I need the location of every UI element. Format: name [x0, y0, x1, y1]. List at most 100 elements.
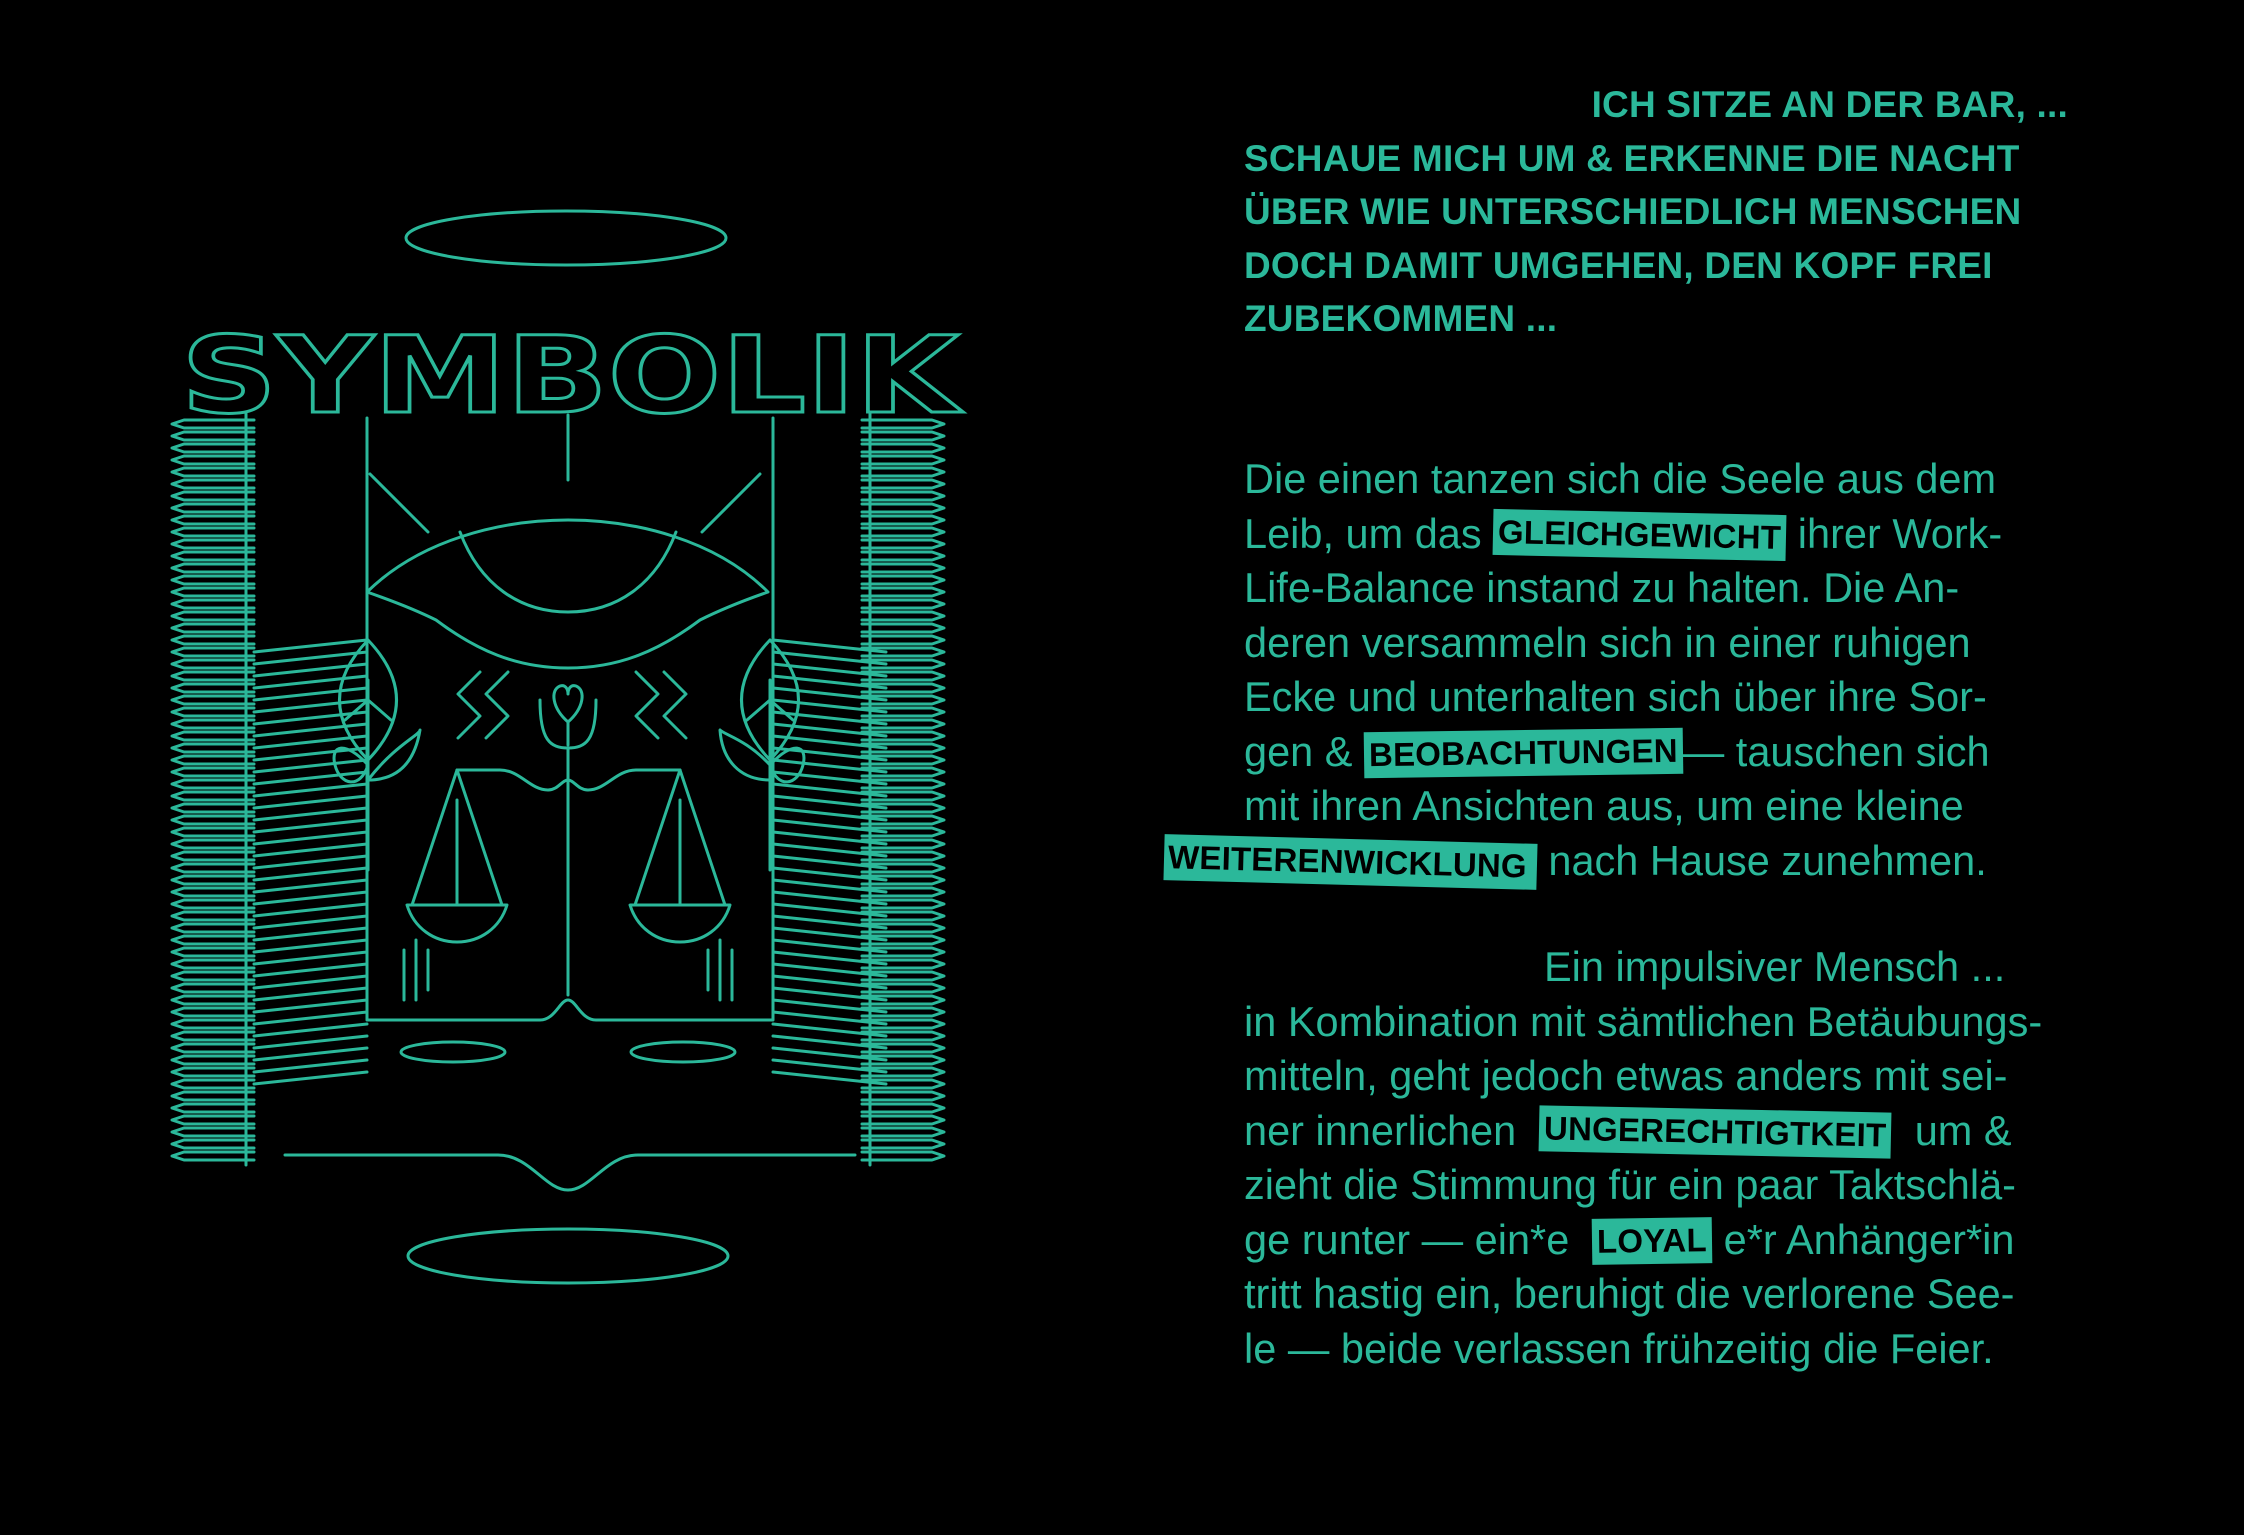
paragraph-1: Die einen tanzen sich die Seele aus dem …: [1163, 452, 2094, 890]
right-chevron-column-icon: [860, 410, 946, 1167]
chevron-icon: [170, 862, 256, 874]
chevron-icon: [860, 1150, 946, 1162]
p1-text: gen &: [1244, 727, 1364, 775]
chevron-icon: [170, 946, 256, 958]
chevron-icon: [170, 1030, 256, 1042]
p1-text: Leib, um das: [1244, 509, 1494, 557]
chevron-icon: [170, 454, 256, 466]
chevron-icon: [170, 982, 256, 994]
chevron-icon: [860, 1114, 946, 1126]
p1-text: ihrer Work-: [1786, 509, 2003, 557]
chevron-icon: [170, 934, 256, 946]
chevron-icon: [170, 754, 256, 766]
highlight-loyal: LOYAL: [1592, 1216, 1713, 1265]
chevron-icon: [170, 502, 256, 514]
p1-line: Leib, um das GLEICHGEWICHT ihrer Work-: [1244, 507, 2094, 562]
chevron-icon: [170, 874, 256, 886]
left-stair-pattern-icon: [252, 638, 369, 1086]
chevron-icon: [170, 1018, 256, 1030]
chevron-icon: [170, 490, 256, 502]
chevron-icon: [860, 526, 946, 538]
p1-line: mit ihren Ansichten aus, um eine kleine: [1244, 782, 1964, 829]
p2-line: tritt hastig ein, beruhigt die verlorene…: [1244, 1270, 2015, 1317]
p2-text: um &: [1891, 1106, 2012, 1154]
heart-icon: [538, 684, 598, 750]
chevron-icon: [860, 598, 946, 610]
p2-text: ner innerlichen: [1244, 1106, 1540, 1154]
chevron-icon: [170, 658, 256, 670]
chevron-icon: [170, 670, 256, 682]
chevron-icon: [170, 1126, 256, 1138]
intro-heading: ICH SITZE AN DER BAR, ... SCHAUE MICH UM…: [1244, 78, 2074, 346]
chevron-icon: [170, 682, 256, 694]
chevron-icon: [170, 526, 256, 538]
chevron-icon: [860, 550, 946, 562]
p2-line: mitteln, geht jedoch etwas anders mit se…: [1244, 1052, 2008, 1099]
p2-line: le — beide verlassen frühzeitig die Feie…: [1244, 1324, 1994, 1372]
p2-line: Ein impulsiver Mensch ...: [1544, 943, 2006, 990]
chevron-icon: [170, 1090, 256, 1102]
chevron-icon: [170, 970, 256, 982]
chevron-icon: [170, 1114, 256, 1126]
chevron-icon: [860, 466, 946, 478]
p2-text: e*r Anhänger*in: [1712, 1215, 2015, 1263]
chevron-icon: [170, 730, 256, 742]
chevron-icon: [860, 442, 946, 454]
chevron-icon: [170, 1066, 256, 1078]
chevron-icon: [170, 1006, 256, 1018]
chevron-icon: [860, 502, 946, 514]
intro-line-4: DOCH DAMIT UMGEHEN, DEN KOPF FREI: [1244, 244, 1993, 286]
chevron-icon: [170, 766, 256, 778]
chevron-icon: [170, 646, 256, 658]
highlight-weiterenwicklung: WEITERENWICKLUNG: [1163, 833, 1538, 890]
p1-line: gen & BEOBACHTUNGEN — tauschen sich: [1244, 725, 2094, 780]
chevron-icon: [170, 1102, 256, 1114]
chevron-icon: [170, 1078, 256, 1090]
chevron-icon: [860, 622, 946, 634]
chevron-icon: [170, 574, 256, 586]
p1-line: Ecke und unterhalten sich über ihre Sor-: [1244, 673, 1987, 720]
left-chevron-column-icon: [170, 410, 256, 1167]
p2-line: ge runter — ein*e LOYAL e*r Anhänger*in: [1244, 1213, 2094, 1268]
chevron-icon: [860, 1126, 946, 1138]
p1-line: deren versammeln sich in einer ruhigen: [1244, 618, 1971, 666]
chevron-icon: [170, 1138, 256, 1150]
p1-line: Die einen tanzen sich die Seele aus dem: [1244, 455, 1997, 502]
chevron-icon: [170, 790, 256, 802]
chevron-icon: [170, 1150, 256, 1162]
chevron-icon: [170, 742, 256, 754]
chevron-icon: [170, 478, 256, 490]
chevron-icon: [170, 802, 256, 814]
ray-right-icon: [700, 472, 762, 534]
zigzag-left-icon: [456, 670, 510, 740]
zigzag-right-icon: [634, 670, 688, 740]
scale-icon: [405, 746, 732, 997]
chevron-icon: [170, 886, 256, 898]
chevron-icon: [860, 1090, 946, 1102]
chevron-icon: [170, 718, 256, 730]
top-halo-icon: [404, 209, 728, 267]
chevron-icon: [860, 1138, 946, 1150]
paragraph-2: Ein impulsiver Mensch ... in Kombination…: [1244, 940, 2094, 1376]
highlight-gleichgewicht: GLEICHGEWICHT: [1492, 508, 1787, 561]
bottom-halo-icon: [406, 1227, 730, 1285]
intro-line-5: ZUBEKOMMEN ...: [1244, 298, 1558, 339]
p1-line: WEITERENWICKLUNG nach Hause zunehmen.: [1163, 833, 2094, 890]
chevron-icon: [170, 550, 256, 562]
chevron-icon: [170, 994, 256, 1006]
symbolik-title: SYMBOLIK: [181, 314, 964, 437]
chevron-icon: [170, 838, 256, 850]
chevron-icon: [170, 814, 256, 826]
p2-line: in Kombination mit sämtlichen Betäubungs…: [1244, 997, 2043, 1045]
chevron-icon: [860, 1102, 946, 1114]
chevron-icon: [860, 490, 946, 502]
chevron-icon: [170, 622, 256, 634]
p1-text: — tauschen sich: [1682, 727, 1990, 775]
chevron-icon: [860, 478, 946, 490]
intro-line-3: ÜBER WIE UNTERSCHIEDLICH MENSCHEN: [1244, 191, 2022, 232]
p1-line: Life-Balance instand zu halten. Die An-: [1244, 564, 1960, 611]
chevron-icon: [860, 514, 946, 526]
intro-line-2: SCHAUE MICH UM & ERKENNE DIE NACHT: [1244, 137, 2020, 179]
ray-left-icon: [368, 472, 430, 534]
symbolik-illustration: SYMBOLIK: [0, 0, 1080, 1535]
